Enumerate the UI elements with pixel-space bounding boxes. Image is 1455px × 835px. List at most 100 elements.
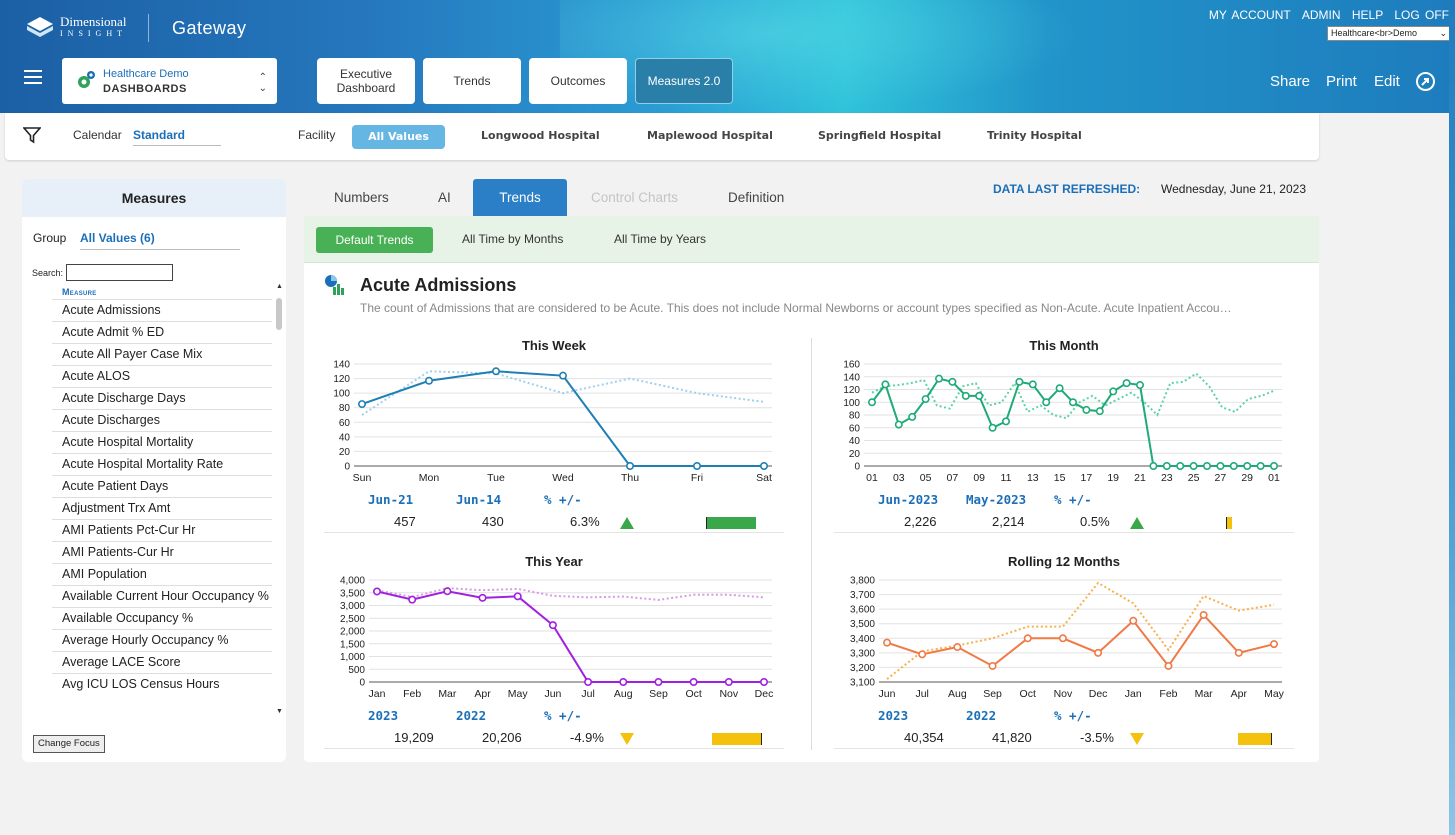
filter-icon[interactable]	[23, 126, 41, 144]
measure-list-item[interactable]: Acute Patient Days	[52, 475, 272, 497]
calendar-select[interactable]: Standard	[133, 128, 221, 146]
tab-definition[interactable]: Definition	[728, 179, 784, 216]
share-button[interactable]: Share	[1270, 73, 1310, 90]
environment-select[interactable]: Healthcare<br>Demo ⌄	[1327, 26, 1451, 41]
measure-list-item[interactable]: AMI Population	[52, 563, 272, 585]
data-point[interactable]	[921, 395, 930, 404]
my-account-link[interactable]: MY ACCOUNT	[1209, 8, 1291, 22]
print-button[interactable]: Print	[1326, 73, 1357, 90]
data-point[interactable]	[513, 592, 522, 601]
facility-all-values[interactable]: All Values	[352, 125, 445, 149]
data-point[interactable]	[559, 371, 568, 380]
data-point[interactable]	[1189, 462, 1198, 471]
subtab-all-time-months[interactable]: All Time by Months	[462, 232, 563, 246]
data-point[interactable]	[1095, 407, 1104, 416]
data-point[interactable]	[724, 678, 733, 687]
measure-column-header[interactable]: Measure	[62, 287, 97, 297]
data-point[interactable]	[894, 420, 903, 429]
data-point[interactable]	[908, 412, 917, 421]
data-point[interactable]	[1023, 634, 1032, 643]
facility-longwood[interactable]: Longwood Hospital	[481, 129, 600, 142]
data-point[interactable]	[1002, 417, 1011, 426]
data-point[interactable]	[1055, 384, 1064, 393]
data-point[interactable]	[1015, 377, 1024, 386]
data-point[interactable]	[988, 661, 997, 670]
data-point[interactable]	[1058, 634, 1067, 643]
measure-list-item[interactable]: Acute Discharges	[52, 409, 272, 431]
tab-numbers[interactable]: Numbers	[334, 179, 389, 216]
facility-springfield[interactable]: Springfield Hospital	[818, 129, 941, 142]
measure-list-item[interactable]: Available Current Hour Occupancy %	[52, 585, 272, 607]
data-point[interactable]	[1082, 405, 1091, 414]
menu-icon[interactable]	[24, 70, 42, 84]
data-point[interactable]	[1094, 648, 1103, 657]
data-point[interactable]	[1243, 462, 1252, 471]
measure-list-item[interactable]: Acute Admissions	[52, 299, 272, 321]
nav-executive-dashboard[interactable]: Executive Dashboard	[317, 58, 415, 104]
data-point[interactable]	[988, 423, 997, 432]
measure-list-item[interactable]: Average Hourly Occupancy %	[52, 629, 272, 651]
data-point[interactable]	[1216, 462, 1225, 471]
measure-list-item[interactable]: AMI Patients Pct-Cur Hr	[52, 519, 272, 541]
data-point[interactable]	[867, 398, 876, 407]
data-point[interactable]	[1269, 462, 1278, 471]
log-off-link[interactable]: LOG OFF	[1394, 8, 1449, 22]
data-point[interactable]	[619, 678, 628, 687]
data-point[interactable]	[1135, 381, 1144, 390]
search-input[interactable]	[66, 264, 173, 281]
data-point[interactable]	[961, 391, 970, 400]
data-point[interactable]	[625, 462, 634, 471]
data-point[interactable]	[1162, 462, 1171, 471]
data-point[interactable]	[948, 377, 957, 386]
dashboard-selector[interactable]: Healthcare Demo DASHBOARDS ⌃ ⌄	[62, 58, 277, 104]
data-point[interactable]	[357, 400, 366, 409]
data-point[interactable]	[548, 621, 557, 630]
data-point[interactable]	[1122, 379, 1131, 388]
data-point[interactable]	[935, 374, 944, 383]
data-point[interactable]	[975, 391, 984, 400]
facility-maplewood[interactable]: Maplewood Hospital	[647, 129, 773, 142]
data-point[interactable]	[918, 650, 927, 659]
data-point[interactable]	[1042, 398, 1051, 407]
measure-list-item[interactable]: Adjustment Trx Amt	[52, 497, 272, 519]
data-point[interactable]	[1256, 462, 1265, 471]
data-point[interactable]	[1234, 648, 1243, 657]
data-point[interactable]	[689, 678, 698, 687]
data-point[interactable]	[1069, 398, 1078, 407]
data-point[interactable]	[1202, 462, 1211, 471]
data-point[interactable]	[882, 638, 891, 647]
data-point[interactable]	[1229, 462, 1238, 471]
admin-link[interactable]: ADMIN	[1302, 8, 1341, 22]
subtab-default-trends[interactable]: Default Trends	[316, 227, 433, 253]
facility-trinity[interactable]: Trinity Hospital	[987, 129, 1082, 142]
data-point[interactable]	[1129, 616, 1138, 625]
nav-measures-2[interactable]: Measures 2.0	[635, 58, 733, 104]
data-point[interactable]	[881, 380, 890, 389]
measure-list-item[interactable]: AMI Patients-Cur Hr	[52, 541, 272, 563]
edit-button[interactable]: Edit	[1374, 73, 1400, 90]
data-point[interactable]	[759, 678, 768, 687]
data-point[interactable]	[1149, 462, 1158, 471]
data-point[interactable]	[759, 462, 768, 471]
group-select[interactable]: All Values (6)	[80, 231, 240, 250]
measure-list-item[interactable]: Acute Discharge Days	[52, 387, 272, 409]
open-external-icon[interactable]	[1416, 72, 1435, 91]
measure-list-item[interactable]: Acute Admit % ED	[52, 321, 272, 343]
data-point[interactable]	[953, 643, 962, 652]
tab-trends[interactable]: Trends	[473, 179, 567, 216]
measure-list-item[interactable]: Acute ALOS	[52, 365, 272, 387]
data-point[interactable]	[1199, 610, 1208, 619]
measure-list-item[interactable]: Average LACE Score	[52, 651, 272, 673]
measure-list-item[interactable]: Acute Hospital Mortality	[52, 431, 272, 453]
subtab-all-time-years[interactable]: All Time by Years	[614, 232, 706, 246]
data-point[interactable]	[654, 678, 663, 687]
data-point[interactable]	[1109, 387, 1118, 396]
help-link[interactable]: HELP	[1352, 8, 1383, 22]
nav-outcomes[interactable]: Outcomes	[529, 58, 627, 104]
data-point[interactable]	[408, 595, 417, 604]
tab-control-charts[interactable]: Control Charts	[591, 179, 678, 216]
data-point[interactable]	[492, 367, 501, 376]
data-point[interactable]	[425, 376, 434, 385]
brand-logo[interactable]: Dimensional INSIGHT	[60, 15, 127, 40]
measure-list-item[interactable]: Avg ICU LOS Census Hours	[52, 673, 272, 695]
